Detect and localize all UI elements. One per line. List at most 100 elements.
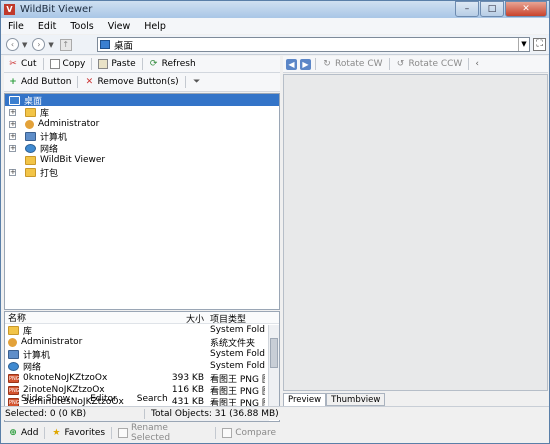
user-icon bbox=[25, 119, 34, 129]
toolbar-separator bbox=[468, 58, 470, 70]
add-button-button[interactable]: + Add Button bbox=[4, 75, 75, 90]
up-folder-icon[interactable]: ↑ bbox=[59, 38, 72, 51]
menu-file[interactable]: File bbox=[1, 21, 31, 32]
column-header-size[interactable]: 大小 bbox=[163, 312, 207, 325]
compare-label: Compare bbox=[235, 428, 277, 438]
remove-buttons-button[interactable]: ✕ Remove Button(s) bbox=[80, 75, 182, 90]
menu-tools[interactable]: Tools bbox=[63, 21, 100, 32]
folder-icon bbox=[25, 167, 36, 177]
copy-button[interactable]: Copy bbox=[46, 57, 90, 72]
tab-preview[interactable]: Preview bbox=[283, 393, 327, 406]
scrollbar-thumb[interactable] bbox=[270, 338, 278, 368]
list-item[interactable]: 网络 System Folder bbox=[5, 360, 279, 373]
tab-search[interactable]: Search bbox=[127, 394, 178, 404]
file-toolbar: ✂ Cut Copy Paste ⟳ Refresh bbox=[4, 56, 280, 73]
rotate-cw-button[interactable]: ↻ Rotate CW bbox=[318, 57, 387, 72]
library-icon bbox=[25, 107, 36, 117]
tab-slide-show[interactable]: Slide Show bbox=[11, 394, 80, 404]
status-bar: Selected: 0 (0 KB) Total Objects: 31 (36… bbox=[1, 406, 549, 420]
library-icon bbox=[8, 325, 19, 335]
maximize-button[interactable]: □ bbox=[480, 1, 504, 17]
expand-icon[interactable]: + bbox=[9, 144, 16, 152]
tree-item-desktop[interactable]: 桌面 bbox=[5, 94, 279, 107]
refresh-button[interactable]: ⟳ Refresh bbox=[145, 57, 200, 72]
left-pane: ✂ Cut Copy Paste ⟳ Refresh + Add Button ✕ Re… bbox=[4, 56, 280, 443]
user-icon bbox=[8, 337, 17, 347]
favorites-toolbar: + Add Button ✕ Remove Button(s) ⏷ bbox=[4, 73, 280, 92]
desktop-icon bbox=[9, 95, 20, 105]
toolbar-overflow-icon[interactable]: ‹ bbox=[471, 57, 483, 72]
address-value: 桌面 bbox=[114, 40, 134, 52]
cut-label: Cut bbox=[21, 59, 37, 69]
menu-help[interactable]: Help bbox=[137, 21, 173, 32]
minimize-button[interactable]: – bbox=[455, 1, 479, 17]
network-icon bbox=[25, 143, 36, 153]
menu-edit[interactable]: Edit bbox=[31, 21, 63, 32]
paste-button[interactable]: Paste bbox=[94, 57, 139, 72]
expand-icon[interactable]: + bbox=[9, 168, 16, 176]
tree-item-computer[interactable]: + 计算机 bbox=[5, 130, 279, 143]
fullscreen-icon[interactable]: ⛶ bbox=[533, 38, 546, 51]
image-preview-area[interactable] bbox=[283, 74, 548, 391]
title-bar: V WildBit Viewer – □ ✕ bbox=[1, 1, 549, 18]
tree-item-pack[interactable]: + 打包 bbox=[5, 166, 279, 179]
back-dropdown-icon[interactable]: ▼ bbox=[22, 41, 27, 49]
status-total: Total Objects: 31 (36.88 MB) bbox=[151, 408, 279, 419]
tree-item-wildbit[interactable]: WildBit Viewer bbox=[5, 154, 279, 166]
add-button-label: Add Button bbox=[21, 77, 72, 87]
next-image-icon[interactable]: ▶ bbox=[300, 58, 311, 70]
file-type: System Folder bbox=[210, 325, 265, 335]
compare-button[interactable]: Compare bbox=[218, 426, 280, 441]
menu-bar: File Edit Tools View Help bbox=[1, 18, 549, 34]
computer-icon bbox=[8, 349, 19, 359]
cut-button[interactable]: ✂ Cut bbox=[4, 57, 41, 72]
tree-item-administrator[interactable]: + Administrator bbox=[5, 118, 279, 130]
rename-selected-button[interactable]: Rename Selected bbox=[114, 423, 213, 443]
list-header: 名称 大小 项目类型 bbox=[5, 312, 279, 325]
list-item[interactable]: PNG 0knoteNoJKZtzoOx 393 KB 看图王 PNG 图 bbox=[5, 372, 279, 385]
expand-icon[interactable]: + bbox=[9, 108, 16, 116]
close-button[interactable]: ✕ bbox=[505, 1, 547, 17]
column-header-name[interactable]: 名称 bbox=[5, 312, 163, 323]
list-item[interactable]: Administrator 系统文件夹 bbox=[5, 336, 279, 349]
rotate-ccw-button[interactable]: ↺ Rotate CCW bbox=[392, 57, 467, 72]
tab-thumbview[interactable]: Thumbview bbox=[326, 393, 386, 406]
rotate-cw-label: Rotate CW bbox=[335, 59, 383, 69]
previous-image-icon[interactable]: ◀ bbox=[286, 58, 297, 70]
forward-dropdown-icon[interactable]: ▼ bbox=[48, 41, 53, 49]
favorites-button[interactable]: ★ Favorites bbox=[47, 426, 109, 441]
add-favorite-button[interactable]: ⊕ Add bbox=[4, 426, 42, 441]
paste-label: Paste bbox=[111, 59, 136, 69]
list-item[interactable]: 库 System Folder bbox=[5, 324, 279, 337]
menu-view[interactable]: View bbox=[101, 21, 138, 32]
back-icon[interactable]: ‹ bbox=[6, 38, 19, 51]
tree-item-library[interactable]: + 库 bbox=[5, 106, 279, 119]
column-header-type[interactable]: 项目类型 bbox=[207, 312, 265, 323]
toolbar-separator bbox=[77, 76, 79, 88]
tab-editor[interactable]: Editor bbox=[80, 394, 127, 404]
compare-icon bbox=[222, 428, 233, 438]
tree-item-label: 网络 bbox=[40, 144, 59, 155]
favorites-label: Favorites bbox=[64, 428, 106, 438]
tree-item-label: WildBit Viewer bbox=[40, 155, 106, 165]
toolbar-separator bbox=[44, 427, 46, 439]
rotate-cw-icon: ↻ bbox=[323, 59, 331, 69]
window-title: WildBit Viewer bbox=[20, 4, 93, 15]
status-selected: Selected: 0 (0 KB) bbox=[1, 408, 145, 419]
address-dropdown-icon[interactable]: ▼ bbox=[518, 38, 529, 51]
tree-item-label: 库 bbox=[40, 108, 50, 119]
expand-icon[interactable]: + bbox=[9, 120, 16, 128]
toolbar-separator bbox=[42, 58, 44, 70]
list-action-toolbar: ⊕ Add ★ Favorites Rename Selected Compare bbox=[4, 423, 280, 443]
address-bar[interactable]: 桌面 ▼ bbox=[97, 37, 530, 52]
tree-item-network[interactable]: + 网络 bbox=[5, 142, 279, 155]
computer-icon bbox=[25, 131, 36, 141]
right-pane: ◀ ▶ ↻ Rotate CW ↺ Rotate CCW ‹ Preview Thu… bbox=[283, 56, 548, 406]
folder-tree[interactable]: 桌面 + 库 + Administrator + 计算机 + 网络 WildBi… bbox=[4, 93, 280, 310]
forward-icon[interactable]: › bbox=[32, 38, 46, 51]
add-label: Add bbox=[21, 428, 39, 438]
list-item[interactable]: 计算机 System Folder bbox=[5, 348, 279, 361]
filter-button[interactable]: ⏷ bbox=[188, 75, 209, 90]
expand-icon[interactable]: + bbox=[9, 132, 16, 140]
add-circle-icon: ⊕ bbox=[9, 428, 17, 438]
